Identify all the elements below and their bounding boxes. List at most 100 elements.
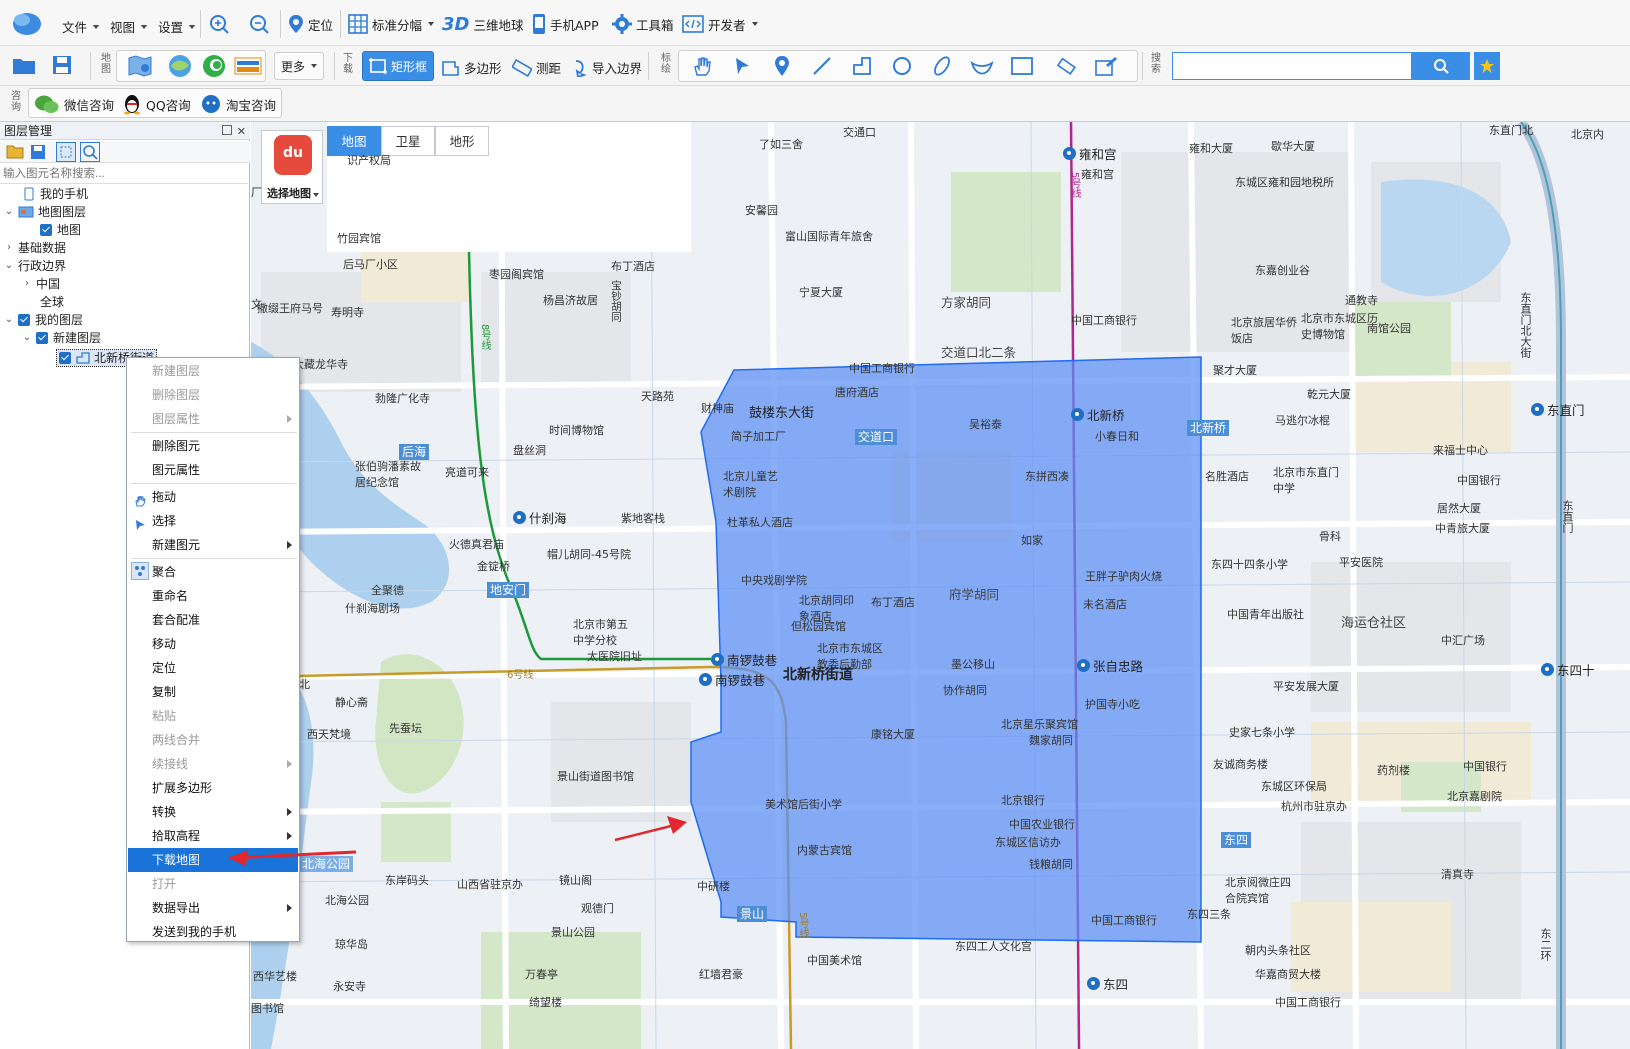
- metro-station[interactable]: 南锣鼓巷: [711, 650, 777, 669]
- menu-item-15[interactable]: 两线合并: [128, 728, 298, 752]
- metro-station[interactable]: 北新桥: [1071, 405, 1125, 424]
- map-type-terrain[interactable]: 地形: [435, 126, 489, 156]
- collapse-icon[interactable]: ⌄: [22, 329, 32, 347]
- map-canvas[interactable]: [251, 122, 1630, 1049]
- element-search-input[interactable]: [0, 164, 248, 184]
- polyline-icon[interactable]: [848, 52, 876, 80]
- open-layer-icon[interactable]: [6, 144, 24, 159]
- menu-settings[interactable]: 设置: [158, 17, 196, 36]
- earth-3d-button[interactable]: 3D 三维地球: [442, 14, 523, 35]
- more-button[interactable]: 更多: [274, 52, 324, 80]
- zoom-in-icon[interactable]: [205, 10, 233, 38]
- favorite-button[interactable]: [1474, 52, 1500, 80]
- import-boundary-button[interactable]: 导入边界: [572, 58, 642, 77]
- menu-item-16[interactable]: 续接线: [128, 752, 298, 776]
- tree-admin-boundary[interactable]: ⌄ 行政边界: [4, 257, 66, 275]
- hand-icon[interactable]: [688, 52, 716, 80]
- line-icon[interactable]: [808, 52, 836, 80]
- metro-station[interactable]: 东四十: [1541, 660, 1595, 679]
- marker-icon[interactable]: [768, 52, 796, 80]
- tree-new-layer[interactable]: ⌄ 新建图层: [22, 329, 101, 347]
- menu-item-17[interactable]: 扩展多边形: [128, 776, 298, 800]
- expand-icon[interactable]: ›: [4, 239, 14, 257]
- search-layer-icon[interactable]: [80, 142, 100, 162]
- menu-item-10[interactable]: 套合配准: [128, 608, 298, 632]
- locate-button[interactable]: 定位: [288, 14, 333, 34]
- my-layers-checkbox[interactable]: [18, 314, 30, 326]
- menu-item-4[interactable]: 图元属性: [128, 458, 298, 482]
- tree-map[interactable]: 地图: [40, 221, 81, 239]
- metro-station[interactable]: 东四: [1087, 974, 1128, 993]
- map-source-a-icon[interactable]: [166, 52, 194, 80]
- map-layers-icon[interactable]: [126, 52, 154, 80]
- search-button[interactable]: [1412, 52, 1470, 80]
- menu-item-1[interactable]: 删除图层: [128, 383, 298, 407]
- select-tool-icon[interactable]: [56, 142, 76, 162]
- map-view[interactable]: du 选择地图 地图 卫星 地形 交通口 了如三舍 雍和宫 雍和大厦 歇华大厦 …: [251, 122, 1630, 1049]
- ellipse-icon[interactable]: [928, 52, 956, 80]
- tree-map-layers[interactable]: ⌄ 地图图层: [4, 203, 86, 221]
- menu-item-2[interactable]: 图层属性: [128, 407, 298, 431]
- menu-item-23[interactable]: 发送到我的手机: [128, 920, 298, 944]
- menu-item-12[interactable]: 定位: [128, 656, 298, 680]
- save-icon[interactable]: [48, 51, 76, 79]
- metro-station[interactable]: 雍和宫: [1063, 144, 1117, 163]
- eraser-icon[interactable]: [1052, 52, 1080, 80]
- map-selector[interactable]: du 选择地图: [261, 130, 323, 204]
- new-layer-checkbox[interactable]: [36, 332, 48, 344]
- arc-icon[interactable]: [968, 52, 996, 80]
- save-layer-icon[interactable]: [30, 144, 46, 160]
- menu-item-14[interactable]: 粘贴: [128, 704, 298, 728]
- rect-select-button[interactable]: 矩形框: [362, 51, 434, 81]
- menu-item-11[interactable]: 移动: [128, 632, 298, 656]
- menu-item-0[interactable]: 新建图层: [128, 359, 298, 383]
- zoom-out-icon[interactable]: [245, 10, 273, 38]
- metro-station[interactable]: 南锣鼓巷: [699, 670, 765, 689]
- pin-panel-icon[interactable]: [222, 125, 232, 135]
- menu-item-5[interactable]: 拖动: [128, 485, 298, 509]
- polygon-select-button[interactable]: 多边形: [440, 58, 502, 77]
- qq-consult-button[interactable]: QQ咨询: [122, 93, 191, 115]
- open-folder-icon[interactable]: [10, 51, 38, 79]
- wechat-consult-button[interactable]: 微信咨询: [34, 93, 114, 115]
- menu-item-7[interactable]: 新建图元: [128, 533, 298, 557]
- taobao-consult-button[interactable]: 淘宝咨询: [200, 93, 276, 115]
- map-checkbox[interactable]: [40, 224, 52, 236]
- search-input[interactable]: [1172, 52, 1412, 80]
- circle-icon[interactable]: [888, 52, 916, 80]
- mobile-app-button[interactable]: 手机APP: [532, 13, 599, 35]
- tree-my-phone[interactable]: 我的手机: [24, 185, 88, 203]
- tree-global[interactable]: 全球: [40, 293, 64, 311]
- tile-grid-button[interactable]: 标准分幅: [348, 14, 435, 34]
- developer-button[interactable]: 开发者: [682, 14, 758, 34]
- menu-view[interactable]: 视图: [110, 17, 148, 36]
- rectangle-draw-icon[interactable]: [1008, 52, 1036, 80]
- edit-image-icon[interactable]: [1092, 52, 1120, 80]
- metro-station[interactable]: 张自忠路: [1077, 656, 1143, 675]
- metro-station[interactable]: 东直门: [1531, 400, 1585, 419]
- menu-item-18[interactable]: 转换: [128, 800, 298, 824]
- measure-button[interactable]: 测距: [512, 58, 561, 77]
- collapse-icon[interactable]: ⌄: [4, 203, 14, 221]
- expand-icon[interactable]: ›: [22, 275, 32, 293]
- pointer-icon[interactable]: [728, 52, 756, 80]
- tree-base-data[interactable]: › 基础数据: [4, 239, 66, 257]
- menu-item-22[interactable]: 数据导出: [128, 896, 298, 920]
- menu-item-9[interactable]: 重命名: [128, 584, 298, 608]
- menu-file[interactable]: 文件: [62, 17, 100, 36]
- tree-china[interactable]: › 中国: [22, 275, 60, 293]
- menu-item-21[interactable]: 打开: [128, 872, 298, 896]
- menu-item-6[interactable]: 选择: [128, 509, 298, 533]
- menu-item-8[interactable]: 聚合: [128, 560, 298, 584]
- toolbox-button[interactable]: 工具箱: [612, 14, 674, 34]
- close-panel-icon[interactable]: ✕: [237, 123, 246, 141]
- metro-station[interactable]: 什刹海: [513, 508, 567, 527]
- menu-item-3[interactable]: 删除图元: [128, 434, 298, 458]
- tree-my-layers[interactable]: ⌄ 我的图层: [4, 311, 83, 329]
- menu-item-13[interactable]: 复制: [128, 680, 298, 704]
- collapse-icon[interactable]: ⌄: [4, 257, 14, 275]
- element-checkbox[interactable]: [59, 352, 71, 364]
- collapse-icon[interactable]: ⌄: [4, 311, 14, 329]
- map-source-c-icon[interactable]: [234, 52, 262, 80]
- map-source-b-icon[interactable]: [200, 52, 228, 80]
